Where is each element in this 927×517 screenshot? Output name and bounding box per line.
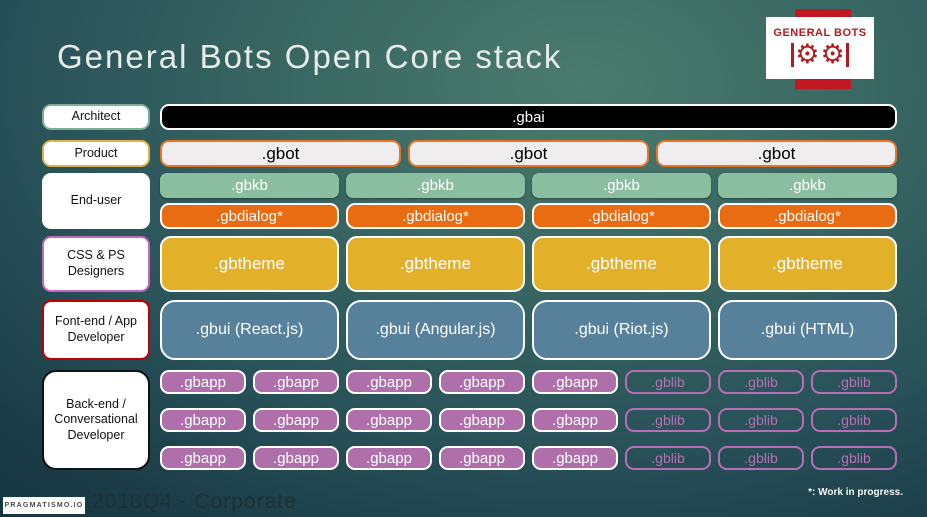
gbui-box: .gbui (Angular.js) [346,300,525,360]
gblib-box: .gblib [718,370,804,394]
row-backend: Back-end / Conversational Developer .gba… [42,370,897,470]
gblib-box: .gblib [718,408,804,432]
gbtheme-box: .gbtheme [346,236,525,292]
gblib-box: .gblib [811,370,897,394]
gbai-row: .gbai [160,104,897,130]
gblib-box: .gblib [811,408,897,432]
gbkb-box: .gbkb [532,173,711,198]
gbdialog-box: .gbdialog* [346,203,525,229]
row-end-user: End-user .gbkb .gbkb .gbkb .gbkb .gbdialog*… [42,173,897,229]
row-product: Product .gbot .gbot .gbot [42,140,897,167]
gbdialog-box: .gbdialog* [532,203,711,229]
gbdialog-box: .gbdialog* [718,203,897,229]
gbapp-box: .gbapp [253,370,339,394]
label-product: Product [42,140,150,167]
gbapp-box: .gbapp [439,370,525,394]
gbapp-box: .gbapp [160,408,246,432]
label-backend: Back-end / Conversational Developer [42,370,150,470]
gbapp-box: .gbapp [532,370,618,394]
label-frontend: Font-end / App Developer [42,300,150,360]
work-in-progress-note: *: Work in progress. [808,487,903,498]
backend-content: .gbapp .gbapp .gbapp .gbapp .gbapp .gbapp .gba… [160,370,897,470]
general-bots-logo: GENERAL BOTS ⚙ ⚙ [766,17,874,79]
gbkb-row: .gbkb .gbkb .gbkb .gbkb [160,173,897,198]
gbkb-box: .gbkb [160,173,339,198]
gbapp-box: .gbapp [253,446,339,470]
gbapp-box: .gbapp [346,446,432,470]
label-architect: Architect [42,104,150,130]
gbapp-box: .gbapp [439,446,525,470]
gbot-box: .gbot [656,140,897,167]
gear-bar-right [845,42,849,67]
footer-caption: 2018Q4 - Corporate [92,490,297,513]
gbapp-box: .gbapp [439,408,525,432]
gbui-box: .gbui (React.js) [160,300,339,360]
gbapp-box: .gbapp [346,408,432,432]
gbapp-box: .gbapp [160,446,246,470]
page-title: General Bots Open Core stack [57,38,563,75]
row-architect: Architect .gbai [42,104,897,130]
gblib-box: .gblib [625,408,711,432]
pragmatismo-logo: PRAGMATISMO.IO [3,497,85,514]
gbapp-box: .gbapp [532,446,618,470]
gblib-box: .gblib [625,446,711,470]
gbot-row: .gbot .gbot .gbot [160,140,897,167]
gbapp-box: .gbapp [160,370,246,394]
stack-diagram: Architect .gbai Product .gbot .gbot .gbot … [42,104,897,470]
gear-bar-left [791,42,795,67]
gbapp-box: .gbapp [253,408,339,432]
gbot-box: .gbot [408,140,649,167]
label-end-user: End-user [42,173,150,229]
gblib-box: .gblib [811,446,897,470]
gbot-box: .gbot [160,140,401,167]
gear-icon: ⚙ [820,39,845,69]
gbtheme-box: .gbtheme [532,236,711,292]
gbdialog-box: .gbdialog* [160,203,339,229]
gbkb-box: .gbkb [718,173,897,198]
gbdialog-row: .gbdialog* .gbdialog* .gbdialog* .gbdialog* [160,203,897,229]
gbui-box: .gbui (HTML) [718,300,897,360]
gbtheme-row: .gbtheme .gbtheme .gbtheme .gbtheme [160,236,897,292]
gbapp-grid: .gbapp .gbapp .gbapp .gbapp .gbapp .gbapp .gba… [160,370,618,470]
gbai-box: .gbai [160,104,897,130]
row-designers: CSS & PS Designers .gbtheme .gbtheme .gbth… [42,236,897,292]
gblib-box: .gblib [625,370,711,394]
logo-brand-text: GENERAL BOTS [773,26,867,39]
gbtheme-box: .gbtheme [160,236,339,292]
gblib-grid: .gblib .gblib .gblib .gblib .gblib .gblib .gbl… [625,370,897,470]
end-user-content: .gbkb .gbkb .gbkb .gbkb .gbdialog* .gbdialog… [160,173,897,229]
gbapp-box: .gbapp [346,370,432,394]
gear-icon: ⚙ [795,39,820,69]
row-frontend: Font-end / App Developer .gbui (React.js… [42,300,897,360]
label-designers: CSS & PS Designers [42,236,150,292]
gbtheme-box: .gbtheme [718,236,897,292]
gbui-box: .gbui (Riot.js) [532,300,711,360]
gbapp-box: .gbapp [532,408,618,432]
gblib-box: .gblib [718,446,804,470]
gbkb-box: .gbkb [346,173,525,198]
gears-icon: ⚙ ⚙ [791,39,849,70]
gbui-row: .gbui (React.js) .gbui (Angular.js) .gbui … [160,300,897,360]
